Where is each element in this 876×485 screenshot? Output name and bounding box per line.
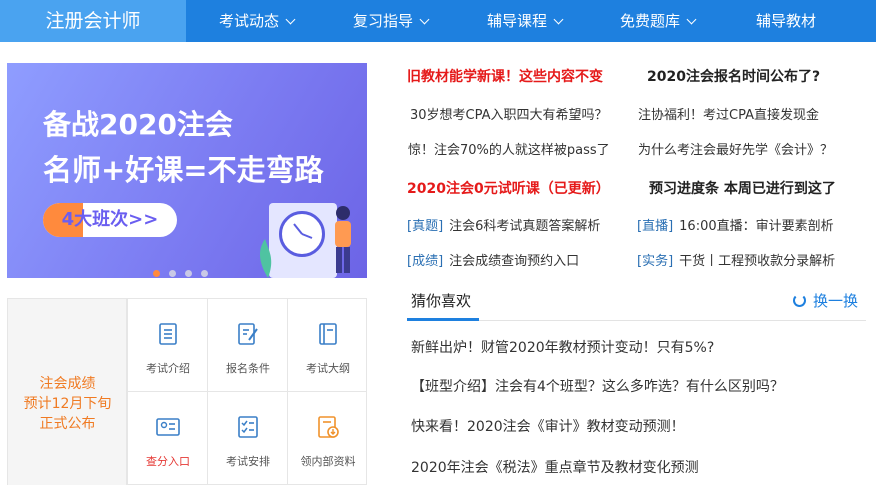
grid-item-registration[interactable]: 报名条件	[207, 299, 287, 392]
grid-item-label: 考试介绍	[146, 362, 190, 375]
news-link[interactable]: 注协福利！考过CPA直接发现金	[638, 104, 819, 123]
score-notice-line: 正式公布	[39, 416, 96, 432]
nav-item-label: 辅导课程	[487, 12, 548, 30]
category-tag: [成绩]	[407, 254, 444, 269]
news-link[interactable]: [成绩] 注会成绩查询预约入口	[407, 250, 579, 269]
plant-illustration	[259, 239, 272, 278]
news-link[interactable]: [真题] 注会6科考试真题答案解析	[407, 215, 600, 234]
person-illustration	[335, 206, 351, 273]
carousel-dot[interactable]	[153, 270, 160, 277]
nav-item-label: 考试动态	[219, 12, 280, 30]
nav-item-label: 辅导教材	[756, 12, 817, 30]
headline-link[interactable]: 预习进度条 本周已进行到这了	[649, 178, 836, 198]
nav-item-question-bank[interactable]: 免费题库	[620, 0, 697, 42]
grid-item-score-query[interactable]: 查分入口	[127, 392, 207, 485]
banner-cta-button[interactable]: 4大班次>>	[43, 203, 177, 237]
score-notice[interactable]: 注会成绩 预计12月下旬 正式公布	[8, 299, 127, 485]
news-link-text: 干货丨工程预收款分录解析	[679, 254, 836, 269]
chevron-down-icon	[686, 14, 697, 25]
category-tag: [真题]	[407, 219, 444, 234]
news-link[interactable]: 30岁想考CPA入职四大有希望吗？	[410, 104, 608, 123]
headline-link[interactable]: 2020注会报名时间公布了?	[647, 66, 820, 86]
nav-item-label: 复习指导	[353, 12, 414, 30]
quick-links-grid: 注会成绩 预计12月下旬 正式公布 考试介绍 报名条件 考试大纲 查分入口 考试…	[7, 298, 367, 485]
chevron-down-icon	[285, 14, 296, 25]
news-link[interactable]: [直播] 16:00直播：审计要素剖析	[637, 215, 834, 234]
carousel-dot[interactable]	[169, 270, 176, 277]
headline-link[interactable]: 2020注会0元试听课（已更新）	[407, 178, 610, 198]
banner-title: 备战2020注会	[43, 108, 233, 141]
grid-item-label: 考试安排	[226, 455, 270, 468]
nav-item-exam-news[interactable]: 考试动态	[219, 0, 296, 42]
news-link[interactable]: [实务] 干货丨工程预收款分录解析	[637, 250, 835, 269]
section-title: 猜你喜欢	[411, 292, 472, 310]
grid-item-label: 考试大纲	[306, 362, 350, 375]
grid-item-label: 报名条件	[226, 362, 270, 375]
id-card-icon	[156, 418, 180, 436]
list-item[interactable]: 新鲜出炉！财管2020年教材预计变动！只有5%?	[411, 337, 714, 357]
nav-item-courses[interactable]: 辅导课程	[487, 0, 564, 42]
grid-item-syllabus[interactable]: 考试大纲	[287, 299, 367, 392]
book-icon	[319, 323, 337, 345]
carousel-dot[interactable]	[201, 270, 208, 277]
grid-item-label: 查分入口	[146, 455, 190, 468]
list-item[interactable]: 快来看！2020注会《审计》教材变动预测！	[411, 416, 685, 436]
refresh-label: 换一换	[813, 292, 859, 310]
score-notice-line: 预计12月下旬	[23, 396, 112, 412]
edit-document-icon	[238, 323, 258, 345]
list-item[interactable]: 2020年注会《税法》重点章节及教材变化预测	[411, 457, 699, 477]
news-link-text: 注会成绩查询预约入口	[449, 254, 580, 269]
chevron-down-icon	[419, 14, 430, 25]
banner-subtitle: 名师+好课=不走弯路	[43, 153, 324, 187]
news-link-text: 注会6科考试真题答案解析	[449, 219, 601, 234]
checklist-icon	[238, 416, 258, 438]
news-link[interactable]: 为什么考注会最好先学《会计》？	[638, 139, 833, 158]
document-list-icon	[159, 323, 177, 345]
download-document-icon	[318, 416, 339, 438]
clock-icon	[279, 211, 325, 257]
carousel-dot[interactable]	[185, 270, 192, 277]
news-link-text: 16:00直播：审计要素剖析	[679, 219, 834, 234]
list-item[interactable]: 【班型介绍】注会有4个班型？这么多咋选？有什么区别吗？	[411, 376, 784, 396]
section-title-underline	[407, 318, 479, 321]
refresh-icon	[793, 294, 806, 307]
promo-banner[interactable]: 备战2020注会 名师+好课=不走弯路 4大班次>>	[7, 63, 367, 278]
top-nav: 注册会计师 考试动态 复习指导 辅导课程 免费题库 辅导教材	[0, 0, 876, 42]
category-tag: [实务]	[637, 254, 674, 269]
chevron-down-icon	[553, 14, 564, 25]
score-notice-line: 注会成绩	[39, 376, 96, 392]
grid-item-schedule[interactable]: 考试安排	[207, 392, 287, 485]
carousel-dots	[153, 262, 217, 278]
news-link[interactable]: 惊！注会70%的人就这样被pass了	[408, 139, 610, 158]
nav-item-textbooks[interactable]: 辅导教材	[756, 0, 816, 42]
brand-logo[interactable]: 注册会计师	[0, 0, 186, 42]
nav-item-review-guide[interactable]: 复习指导	[353, 0, 430, 42]
refresh-button[interactable]: 换一换	[793, 290, 858, 311]
grid-item-label: 领内部资料	[300, 455, 356, 468]
headline-link[interactable]: 旧教材能学新课！这些内容不变	[407, 66, 603, 86]
category-tag: [直播]	[637, 219, 674, 234]
grid-item-exam-intro[interactable]: 考试介绍	[127, 299, 207, 392]
grid-item-materials[interactable]: 领内部资料	[287, 392, 367, 485]
nav-item-label: 免费题库	[620, 12, 681, 30]
